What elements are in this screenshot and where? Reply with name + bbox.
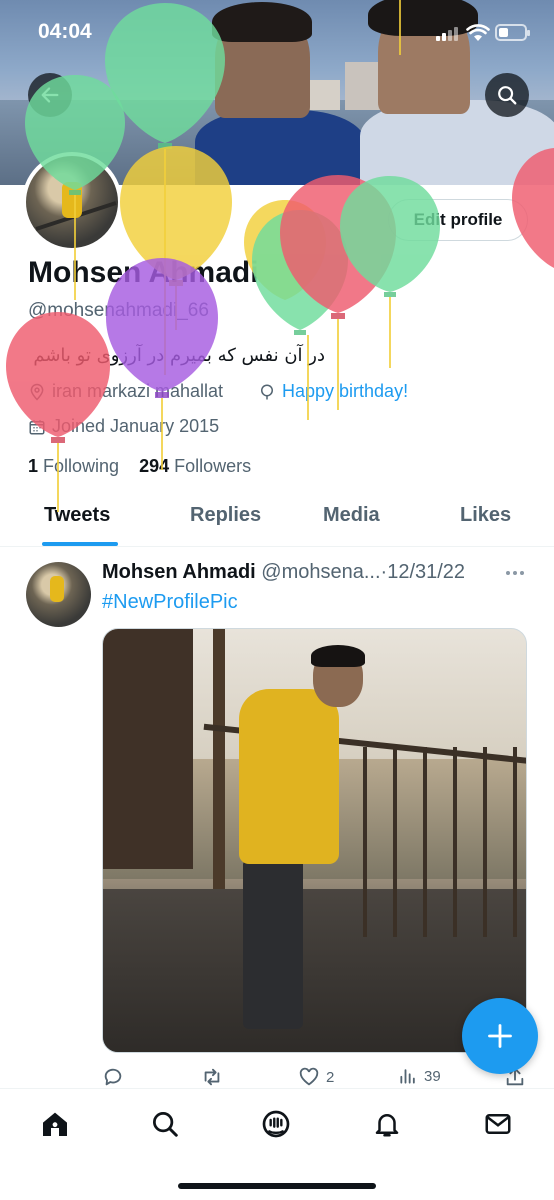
views-button[interactable]: 39 — [398, 1066, 441, 1086]
profile-tabs: Tweets Replies Media Likes — [0, 494, 554, 547]
followers-link[interactable]: 294 Followers — [139, 456, 251, 476]
tweet-hashtag[interactable]: #NewProfilePic — [102, 591, 238, 614]
back-button[interactable] — [28, 73, 72, 117]
search-icon — [498, 86, 517, 105]
retweet-button[interactable] — [200, 1066, 230, 1088]
heart-icon — [299, 1067, 319, 1086]
tab-likes[interactable]: Likes — [460, 504, 511, 527]
media-rail-bar — [453, 747, 457, 937]
media-man-jacket — [239, 689, 339, 864]
balloon-red — [280, 175, 396, 410]
media-rail-bar — [483, 747, 487, 937]
tweet-header: Mohsen Ahmadi @mohsena...·12/31/22 — [102, 561, 465, 584]
media-rail-bar — [513, 747, 517, 937]
nav-spaces[interactable] — [259, 1107, 293, 1141]
status-time: 04:04 — [38, 20, 92, 43]
notifications-icon — [375, 1114, 399, 1137]
arrow-left-icon — [41, 87, 59, 103]
following-count: 1 — [28, 456, 39, 476]
active-tab-indicator — [42, 542, 118, 546]
banner-person-shirt — [195, 110, 365, 185]
tweet-author-name[interactable]: Mohsen Ahmadi — [102, 561, 256, 583]
reply-icon — [104, 1068, 122, 1086]
profile-handle: @mohsenahmadi_66 — [28, 300, 209, 321]
media-rail-bar — [393, 747, 397, 937]
nav-messages[interactable] — [481, 1107, 515, 1141]
location-pin-icon — [30, 383, 44, 401]
messages-icon — [485, 1114, 511, 1134]
media-awning — [103, 629, 193, 869]
nav-explore[interactable] — [148, 1107, 182, 1141]
follow-stats: 1 Following 294 Followers — [28, 456, 251, 477]
battery-icon — [495, 24, 530, 41]
profile-name: Mohsen Ahmadi — [28, 256, 259, 289]
views-icon — [400, 1069, 415, 1084]
nav-home[interactable] — [38, 1107, 72, 1141]
compose-tweet-button[interactable] — [462, 998, 538, 1074]
followers-count: 294 — [139, 456, 170, 476]
profile-joined: Joined January 2015 — [28, 416, 219, 437]
search-button[interactable] — [485, 73, 529, 117]
tab-media[interactable]: Media — [323, 504, 380, 527]
media-rail-bar — [423, 747, 427, 937]
tab-replies[interactable]: Replies — [190, 504, 261, 527]
view-count: 39 — [424, 1067, 441, 1085]
avatar-figure — [62, 182, 82, 218]
joined-text: Joined January 2015 — [52, 416, 220, 436]
tweet-author-handle[interactable]: @mohsena... — [261, 561, 380, 583]
profile-location: iran markazi mahallat — [28, 381, 223, 402]
search-icon — [153, 1112, 178, 1137]
balloon-icon — [260, 383, 274, 399]
home-indicator — [178, 1183, 376, 1189]
followers-label: Followers — [174, 456, 252, 476]
home-icon — [43, 1112, 67, 1136]
calendar-icon — [29, 419, 45, 434]
media-man-legs — [243, 859, 303, 1029]
tweet-media-image[interactable] — [102, 628, 527, 1053]
birthday-label[interactable]: Happy birthday! — [282, 381, 408, 402]
tweet-avatar[interactable] — [26, 562, 91, 627]
profile-birthday[interactable]: Happy birthday! — [258, 381, 408, 402]
spaces-icon — [262, 1110, 290, 1138]
following-label: Following — [43, 456, 120, 476]
cellular-signal-icon — [436, 27, 458, 41]
reply-button[interactable] — [102, 1066, 130, 1088]
wifi-icon — [466, 24, 490, 41]
media-rail-bar — [363, 747, 367, 937]
tweet-actions: 2 39 — [100, 1066, 530, 1090]
retweet-icon — [204, 1068, 220, 1086]
location-text: iran markazi mahallat — [52, 381, 224, 401]
avatar-figure — [50, 576, 64, 602]
balloon-red — [6, 312, 110, 512]
profile-bio: در آن نفس که بمیرم در آرزوی تو باشم — [33, 345, 325, 366]
more-horizontal-icon[interactable] — [505, 569, 525, 577]
profile-avatar[interactable] — [22, 152, 122, 252]
status-bar: 04:04 — [0, 0, 554, 66]
like-button[interactable]: 2 — [298, 1066, 334, 1088]
tab-tweets[interactable]: Tweets — [44, 504, 110, 527]
edit-profile-button[interactable]: Edit profile — [388, 199, 528, 241]
media-man-hair — [311, 645, 365, 667]
tweet-date[interactable]: 12/31/22 — [387, 561, 465, 583]
nav-notifications[interactable] — [370, 1107, 404, 1141]
plus-icon — [488, 1024, 512, 1048]
like-count: 2 — [326, 1068, 335, 1086]
following-link[interactable]: 1 Following — [28, 456, 119, 476]
